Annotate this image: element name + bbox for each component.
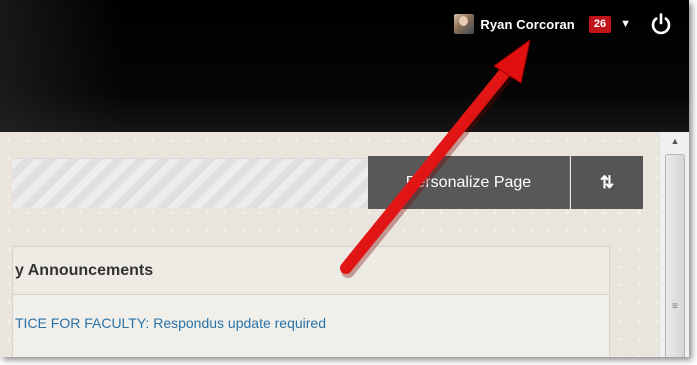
module-tabs-strip: [12, 158, 368, 208]
user-menu[interactable]: Ryan Corcoran 26 ▼: [454, 12, 631, 36]
browser-window: Ryan Corcoran 26 ▼ Personalize Page ⇅ y …: [0, 0, 689, 357]
user-name[interactable]: Ryan Corcoran: [480, 17, 575, 32]
module-title: y Announcements: [15, 261, 154, 279]
announcements-module: y Announcements TICE FOR FACULTY: Respon…: [12, 246, 610, 357]
notification-badge[interactable]: 26: [588, 15, 612, 33]
avatar[interactable]: [454, 14, 475, 34]
scroll-thumb[interactable]: ≡: [665, 154, 685, 357]
power-icon[interactable]: [649, 12, 673, 36]
reorder-icon[interactable]: ⇅: [571, 156, 643, 209]
scroll-grip-icon: ≡: [672, 301, 678, 312]
header-fade: [0, 0, 120, 132]
module-header: y Announcements: [13, 247, 609, 295]
chevron-down-icon[interactable]: ▼: [620, 18, 631, 30]
personalize-page-button[interactable]: Personalize Page: [368, 156, 570, 209]
scroll-up-icon[interactable]: ▲: [660, 132, 689, 150]
top-header-bar: Ryan Corcoran 26 ▼: [0, 0, 689, 132]
page-content: Personalize Page ⇅ y Announcements TICE …: [0, 132, 659, 357]
module-body: TICE FOR FACULTY: Respondus update requi…: [13, 295, 609, 333]
announcement-link[interactable]: TICE FOR FACULTY: Respondus update requi…: [15, 315, 326, 331]
vertical-scrollbar[interactable]: ▲ ≡: [659, 132, 689, 357]
